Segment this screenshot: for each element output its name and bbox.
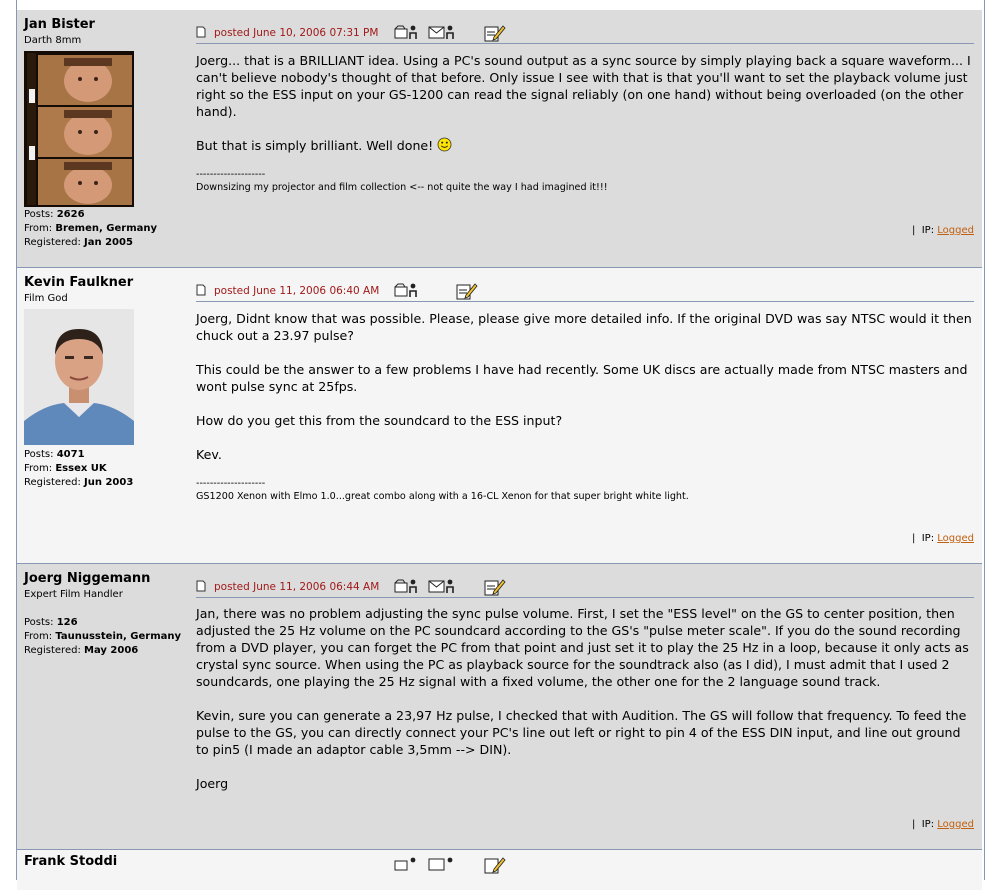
author-panel: Jan Bister Darth 8mm Posts: 2626 From: B…: [24, 17, 194, 250]
edit-icon[interactable]: [484, 856, 506, 874]
email-icon[interactable]: [428, 856, 456, 872]
signature-rule: --------------------: [196, 478, 266, 489]
post-date: posted June 10, 2006 07:31 PM: [214, 27, 379, 39]
avatar: [24, 51, 134, 207]
profile-icon[interactable]: [394, 24, 420, 40]
header-divider: [196, 301, 974, 302]
signature: GS1200 Xenon with Elmo 1.0...great combo…: [196, 491, 689, 502]
post-body: Jan, there was no problem adjusting the …: [196, 605, 974, 809]
ip-line: | IP: Logged: [912, 819, 974, 830]
ip-label: IP:: [921, 533, 935, 544]
from-value: Bremen, Germany: [55, 223, 158, 234]
registered-label: Registered:: [24, 645, 81, 656]
registered-value: May 2006: [84, 645, 139, 656]
signature: Downsizing my projector and film collect…: [196, 182, 608, 193]
post-icon: [196, 26, 206, 38]
logged-link[interactable]: Logged: [937, 533, 974, 544]
edit-icon[interactable]: [484, 24, 506, 42]
edit-icon[interactable]: [484, 578, 506, 596]
registered-label: Registered:: [24, 477, 81, 488]
posts-label: Posts:: [24, 617, 54, 628]
edit-icon[interactable]: [456, 282, 478, 300]
posts-count: 2626: [56, 209, 85, 220]
author-title: Film God: [24, 293, 68, 304]
post-paragraph: Kev.: [196, 447, 222, 462]
post-body: Joerg, Didnt know that was possible. Ple…: [196, 310, 974, 503]
post-paragraph: Jan, there was no problem adjusting the …: [196, 606, 969, 689]
posts-label: Posts:: [24, 209, 54, 220]
ip-label: IP:: [921, 225, 935, 236]
author-panel: Frank Stoddi: [24, 854, 194, 870]
from-label: From:: [24, 223, 53, 234]
post-icon: [196, 284, 206, 296]
email-icon[interactable]: [428, 578, 456, 594]
posts-count: 4071: [56, 449, 85, 460]
logged-link[interactable]: Logged: [937, 819, 974, 830]
from-label: From:: [24, 631, 53, 642]
ip-line: | IP: Logged: [912, 225, 974, 236]
post-content: posted June 11, 2006 06:44 AM Jan, there…: [196, 578, 974, 791]
registered-value: Jun 2003: [84, 477, 134, 488]
post-content: posted June 11, 2006 06:40 AM Joerg, Did…: [196, 282, 974, 502]
forum-post: Frank Stoddi: [17, 850, 982, 890]
author-title: Darth 8mm: [24, 35, 82, 46]
from-label: From:: [24, 463, 53, 474]
post-icon: [196, 580, 206, 592]
author-stats: Posts: 2626 From: Bremen, Germany Regist…: [24, 208, 194, 250]
header-divider: [196, 597, 974, 598]
post-paragraph: Kevin, sure you can generate a 23,97 Hz …: [196, 708, 967, 757]
author-name[interactable]: Kevin Faulkner: [24, 275, 194, 291]
author-panel: Joerg Niggemann Expert Film Handler Post…: [24, 571, 194, 658]
author-name[interactable]: Jan Bister: [24, 17, 194, 33]
post-paragraph-with-smiley: But that is simply brilliant. Well done!: [196, 137, 974, 154]
forum-post: Jan Bister Darth 8mm Posts: 2626 From: B…: [17, 10, 982, 268]
from-value: Taunusstein, Germany: [55, 631, 182, 642]
author-stats: Posts: 4071 From: Essex UK Registered: J…: [24, 448, 194, 490]
author-title: Expert Film Handler: [24, 589, 123, 600]
registered-value: Jan 2005: [84, 237, 133, 248]
logged-link[interactable]: Logged: [937, 225, 974, 236]
profile-icon[interactable]: [394, 578, 420, 594]
from-value: Essex UK: [55, 463, 107, 474]
ip-label: IP:: [921, 819, 935, 830]
header-divider: [196, 43, 974, 44]
author-stats: Posts: 126 From: Taunusstein, Germany Re…: [24, 616, 194, 658]
author-name[interactable]: Frank Stoddi: [24, 854, 194, 870]
posts-label: Posts:: [24, 449, 54, 460]
ip-line: | IP: Logged: [912, 533, 974, 544]
smiley-icon: [437, 137, 452, 152]
profile-icon[interactable]: [394, 282, 420, 298]
author-name[interactable]: Joerg Niggemann: [24, 571, 194, 587]
post-date: posted June 11, 2006 06:40 AM: [214, 285, 380, 297]
post-paragraph: Joerg, Didnt know that was possible. Ple…: [196, 311, 972, 343]
post-date: posted June 11, 2006 06:44 AM: [214, 581, 380, 593]
post-header: posted June 11, 2006 06:40 AM: [196, 282, 974, 300]
post-body: Joerg... that is a BRILLIANT idea. Using…: [196, 52, 974, 194]
posts-count: 126: [56, 617, 78, 628]
profile-icon[interactable]: [394, 856, 420, 872]
registered-label: Registered:: [24, 237, 81, 248]
author-panel: Kevin Faulkner Film God Posts: 4071 From…: [24, 275, 194, 490]
post-paragraph: This could be the answer to a few proble…: [196, 362, 968, 394]
forum-post: Kevin Faulkner Film God Posts: 4071 From…: [17, 268, 982, 564]
post-paragraph: But that is simply brilliant. Well done!: [196, 138, 434, 153]
post-paragraph: Joerg: [196, 776, 229, 791]
signature-rule: --------------------: [196, 169, 266, 180]
forum-post: Joerg Niggemann Expert Film Handler Post…: [17, 564, 982, 850]
post-header: posted June 10, 2006 07:31 PM: [196, 24, 974, 42]
post-content: posted June 10, 2006 07:31 PM Joerg... t…: [196, 24, 974, 193]
post-header: posted June 11, 2006 06:44 AM: [196, 578, 974, 596]
post-paragraph: How do you get this from the soundcard t…: [196, 413, 563, 428]
email-icon[interactable]: [428, 24, 456, 40]
avatar: [24, 309, 134, 445]
post-paragraph: Joerg... that is a BRILLIANT idea. Using…: [196, 53, 971, 119]
